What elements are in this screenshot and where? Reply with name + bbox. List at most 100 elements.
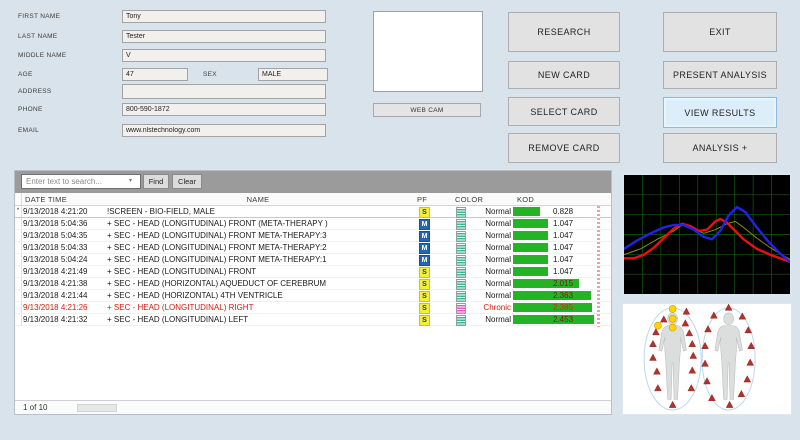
exit-button[interactable]: EXIT [663,12,777,52]
research-button[interactable]: RESEARCH [508,12,620,52]
organ-marker-icon [705,326,712,332]
table-row[interactable]: 9/13/2018 4:21:38 + SEC - HEAD (HORIZONTA… [15,278,611,290]
kod-bar [513,207,540,216]
status-label: Normal [465,315,511,324]
organ-marker-icon [725,304,732,310]
row-scroll-indicator[interactable] [597,206,600,327]
select-card-button[interactable]: SELECT CARD [508,97,620,126]
sex-label: SEX [203,71,217,78]
row-name: + SEC - HEAD (LONGITUDINAL) FRONT [107,267,256,276]
column-header-kod[interactable]: KOD [517,195,534,204]
organ-marker-icon [738,390,745,396]
new-card-button[interactable]: NEW CARD [508,61,620,89]
organ-marker-icon [650,340,657,346]
table-row[interactable]: 9/13/2018 4:21:44+ SEC - HEAD (HORIZONTA… [15,290,611,302]
pf-badge: M [419,255,430,266]
last-name-label: LAST NAME [18,33,57,40]
column-header-pf[interactable]: PF [417,195,427,204]
first-name-input[interactable] [122,10,326,23]
email-input[interactable] [122,124,326,137]
record-count-label: 1 of 10 [23,403,47,412]
kod-cell: 1.047 [513,230,605,242]
row-datetime: 9/13/2018 4:21:32 [23,315,88,324]
pf-badge: S [419,267,430,278]
organ-marker-icon [669,401,676,407]
row-name: + SEC - HEAD (HORIZONTAL) AQUEDUCT OF CE… [107,279,326,288]
table-row[interactable]: 9/13/2018 4:21:49 + SEC - HEAD (LONGITUDI… [15,266,611,278]
kod-cell: 2.453 [513,314,605,326]
results-table-panel: ▾ Find Clear DATE TIME NAME PF COLOR KOD… [14,170,612,415]
row-name: !SCREEN - BIO-FIELD, MALE [107,207,215,216]
table-row[interactable]: 9/13/2018 5:04:36 + SEC - HEAD (LONGITUDI… [15,218,611,230]
table-row[interactable]: 9/13/2018 4:21:26+ SEC - HEAD (LONGITUDI… [15,302,611,314]
status-label: Normal [465,291,511,300]
kod-cell: 2.363 [513,290,605,302]
row-datetime: 9/13/2018 4:21:38 [23,279,88,288]
status-label: Normal [465,219,511,228]
row-select-marker [15,230,22,241]
webcam-button[interactable]: WEB CAM [373,103,481,117]
organ-marker-icon [689,367,696,373]
age-input[interactable] [122,68,188,81]
pf-badge: M [419,219,430,230]
table-row[interactable]: 9/13/2018 4:21:32+ SEC - HEAD (LONGITUDI… [15,314,611,326]
organ-marker-icon [686,330,693,336]
sex-input[interactable] [258,68,328,81]
status-label: Normal [465,231,511,240]
table-body: *9/13/2018 4:21:20!SCREEN - BIO-FIELD, M… [15,206,611,326]
horizontal-scrollbar-thumb[interactable] [77,404,117,412]
kod-cell: 2.385 [513,302,605,314]
human-figure-back [715,313,743,399]
phone-input[interactable] [122,103,326,116]
middle-name-input[interactable] [122,49,326,62]
kod-value: 2.363 [553,291,573,300]
address-input[interactable] [122,84,326,99]
organ-marker-icon [682,320,689,326]
pf-badge: S [419,315,430,326]
kod-bar [513,255,548,264]
column-header-color[interactable]: COLOR [455,195,483,204]
organ-marker-icon [726,401,733,407]
search-input[interactable] [21,174,141,189]
entropy-chart [624,175,790,294]
last-name-input[interactable] [122,30,326,43]
status-label: Normal [465,243,511,252]
column-header-datetime[interactable]: DATE TIME [25,195,67,204]
find-button[interactable]: Find [143,174,169,189]
middle-name-label: MIDDLE NAME [18,52,66,59]
row-name: + SEC - HEAD (LONGITUDINAL) FRONT META-T… [107,255,327,264]
table-header: DATE TIME NAME PF COLOR KOD [15,193,611,206]
status-label: Normal [465,207,511,216]
clear-button[interactable]: Clear [172,174,202,189]
row-select-marker: * [15,206,22,217]
table-row[interactable]: 9/13/2018 5:04:35+ SEC - HEAD (LONGITUDI… [15,230,611,242]
row-select-marker [15,242,22,253]
view-results-button[interactable]: VIEW RESULTS [663,97,777,128]
row-datetime: 9/13/2018 4:21:49 [23,267,88,276]
row-select-marker [15,290,22,301]
row-name: + SEC - HEAD (LONGITUDINAL) FRONT META-T… [107,243,327,252]
table-row[interactable]: 9/13/2018 5:04:24+ SEC - HEAD (LONGITUDI… [15,254,611,266]
organ-marker-icon [747,359,754,365]
address-label: ADDRESS [18,88,52,95]
row-name: + SEC - HEAD (LONGITUDINAL) FRONT (META-… [107,219,328,228]
kod-value: 1.047 [553,231,573,240]
organ-marker-icon [660,316,667,322]
webcam-preview [373,11,483,92]
organ-marker-icon [650,354,657,360]
table-row[interactable]: 9/13/2018 5:04:33+ SEC - HEAD (LONGITUDI… [15,242,611,254]
organ-marker-icon [683,308,690,314]
organ-marker-icon [690,352,697,358]
analysis-plus-button[interactable]: ANALYSIS + [663,133,777,163]
table-row[interactable]: *9/13/2018 4:21:20!SCREEN - BIO-FIELD, M… [15,206,611,218]
age-label: AGE [18,71,33,78]
status-label: Normal [465,279,511,288]
organ-marker-icon [653,368,660,374]
column-header-name[interactable]: NAME [105,195,411,204]
present-analysis-button[interactable]: PRESENT ANALYSIS [663,61,777,89]
remove-card-button[interactable]: REMOVE CARD [508,133,620,163]
etalon-chart-panel [622,173,792,296]
row-datetime: 9/13/2018 5:04:36 [23,219,88,228]
row-select-marker [15,266,22,277]
search-dropdown-caret[interactable]: ▾ [129,177,132,184]
